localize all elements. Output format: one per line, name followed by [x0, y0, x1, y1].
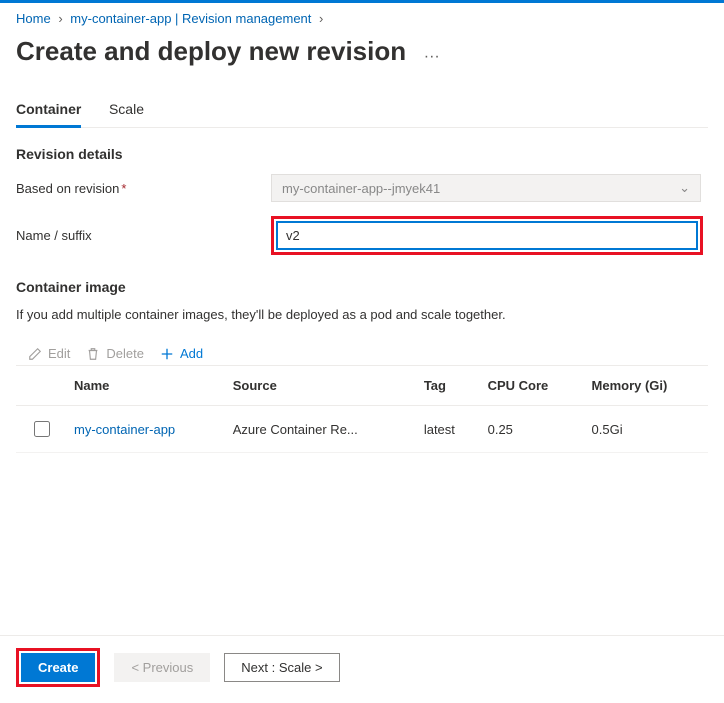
col-mem: Memory (Gi) — [584, 366, 708, 406]
row-name-link[interactable]: my-container-app — [74, 422, 175, 437]
breadcrumb-home[interactable]: Home — [16, 11, 51, 26]
revision-details-heading: Revision details — [16, 146, 708, 162]
chevron-down-icon: ⌄ — [679, 180, 690, 196]
page-title: Create and deploy new revision — [16, 36, 406, 67]
plus-icon — [160, 347, 174, 361]
col-source: Source — [225, 366, 416, 406]
breadcrumb-app[interactable]: my-container-app | Revision management — [70, 11, 311, 26]
container-image-heading: Container image — [16, 279, 708, 295]
suffix-input[interactable] — [276, 221, 698, 250]
based-on-value: my-container-app--jmyek41 — [282, 181, 440, 196]
create-button[interactable]: Create — [21, 653, 95, 682]
row-mem: 0.5Gi — [584, 406, 708, 453]
next-button[interactable]: Next : Scale > — [224, 653, 339, 682]
based-on-label: Based on revision* — [16, 181, 271, 196]
row-checkbox[interactable] — [34, 421, 50, 437]
row-source: Azure Container Re... — [225, 406, 416, 453]
tabs: Container Scale — [16, 95, 708, 128]
chevron-right-icon: › — [319, 11, 323, 26]
add-button[interactable]: Add — [160, 346, 203, 361]
row-tag: latest — [416, 406, 480, 453]
suffix-label: Name / suffix — [16, 228, 271, 243]
edit-button: Edit — [28, 346, 70, 361]
previous-button: < Previous — [114, 653, 210, 682]
delete-button: Delete — [86, 346, 144, 361]
container-toolbar: Edit Delete Add — [16, 346, 708, 361]
row-cpu: 0.25 — [480, 406, 584, 453]
tab-container[interactable]: Container — [16, 95, 81, 127]
breadcrumb: Home › my-container-app | Revision manag… — [16, 11, 708, 26]
col-tag: Tag — [416, 366, 480, 406]
col-name: Name — [66, 366, 225, 406]
suffix-highlight — [271, 216, 703, 255]
footer: Create < Previous Next : Scale > — [0, 635, 724, 703]
container-table: Name Source Tag CPU Core Memory (Gi) my-… — [16, 365, 708, 453]
col-cpu: CPU Core — [480, 366, 584, 406]
more-icon[interactable]: ··· — [424, 48, 440, 65]
container-image-desc: If you add multiple container images, th… — [16, 307, 708, 322]
pencil-icon — [28, 347, 42, 361]
table-row[interactable]: my-container-app Azure Container Re... l… — [16, 406, 708, 453]
trash-icon — [86, 347, 100, 361]
based-on-select[interactable]: my-container-app--jmyek41 ⌄ — [271, 174, 701, 202]
tab-scale[interactable]: Scale — [109, 95, 144, 127]
create-highlight: Create — [16, 648, 100, 687]
chevron-right-icon: › — [58, 11, 62, 26]
